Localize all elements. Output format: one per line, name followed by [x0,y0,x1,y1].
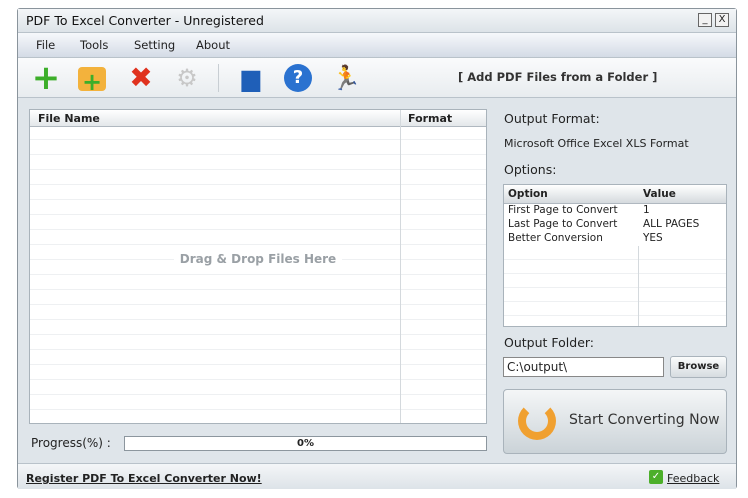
options-header: Option Value [504,185,726,204]
column-value: Value [643,188,676,200]
option-name: First Page to Convert [508,204,618,216]
monitor-icon[interactable]: ▆ [236,64,266,92]
output-folder-label: Output Folder: [504,335,595,350]
help-icon[interactable]: ? [284,64,312,92]
minimize-button[interactable]: _ [698,13,712,27]
status-bar: Register PDF To Excel Converter Now! ✓ F… [18,463,736,489]
refresh-arrow-icon [518,402,556,440]
option-row[interactable]: First Page to Convert 1 [504,204,726,218]
feedback-link[interactable]: Feedback [667,472,719,485]
menu-tools[interactable]: Tools [80,38,108,52]
column-format[interactable]: Format [408,112,452,125]
menu-setting[interactable]: Setting [134,38,175,52]
column-option: Option [508,188,548,200]
toolbar: + + ✖ ⚙ ▆ ? 🏃 [ Add PDF Files from a Fol… [18,58,736,98]
option-value[interactable]: ALL PAGES [643,218,699,230]
user-icon[interactable]: 🏃 [331,64,361,92]
drop-hint: Drag & Drop Files Here [30,252,486,266]
output-folder-input[interactable]: C:\output\ [503,357,664,377]
column-file-name[interactable]: File Name [38,112,100,125]
drop-hint-text: Drag & Drop Files Here [173,252,343,266]
file-list-header: File Name Format [30,110,486,127]
menu-bar: File Tools Setting About [18,33,736,58]
option-name: Better Conversion [508,232,603,244]
options-table: Option Value First Page to Convert 1 Last… [503,184,727,327]
register-link[interactable]: Register PDF To Excel Converter Now! [26,472,262,485]
start-converting-button[interactable]: Start Converting Now [503,389,727,454]
browse-button[interactable]: Browse [670,356,727,378]
settings-gear-icon[interactable]: ⚙ [172,64,202,92]
start-converting-label: Start Converting Now [569,412,720,428]
add-folder-icon[interactable]: + [78,67,106,96]
menu-about[interactable]: About [196,38,230,52]
file-list[interactable]: File Name Format Drag & Drop Files Here [29,109,487,424]
option-row[interactable]: Last Page to Convert ALL PAGES [504,218,726,232]
option-row[interactable]: Better Conversion YES [504,232,726,246]
title-bar: PDF To Excel Converter - Unregistered _ … [18,9,736,33]
app-window: PDF To Excel Converter - Unregistered _ … [17,8,737,489]
option-value[interactable]: 1 [643,204,650,216]
option-value[interactable]: YES [643,232,663,244]
feedback-check-icon: ✓ [649,470,663,484]
add-file-icon[interactable]: + [31,61,61,95]
output-format-value: Microsoft Office Excel XLS Format [504,137,689,150]
option-name: Last Page to Convert [508,218,618,230]
remove-icon[interactable]: ✖ [126,64,156,92]
options-label: Options: [504,162,557,177]
add-folder-link[interactable]: [ Add PDF Files from a Folder ] [458,70,657,84]
progress-bar: 0% [124,436,487,451]
progress-label: Progress(%) : [31,436,111,450]
toolbar-separator [218,64,219,92]
menu-file[interactable]: File [36,38,55,52]
close-button[interactable]: X [715,13,729,27]
output-format-label: Output Format: [504,111,600,126]
column-divider [400,110,401,423]
window-title: PDF To Excel Converter - Unregistered [26,13,264,28]
